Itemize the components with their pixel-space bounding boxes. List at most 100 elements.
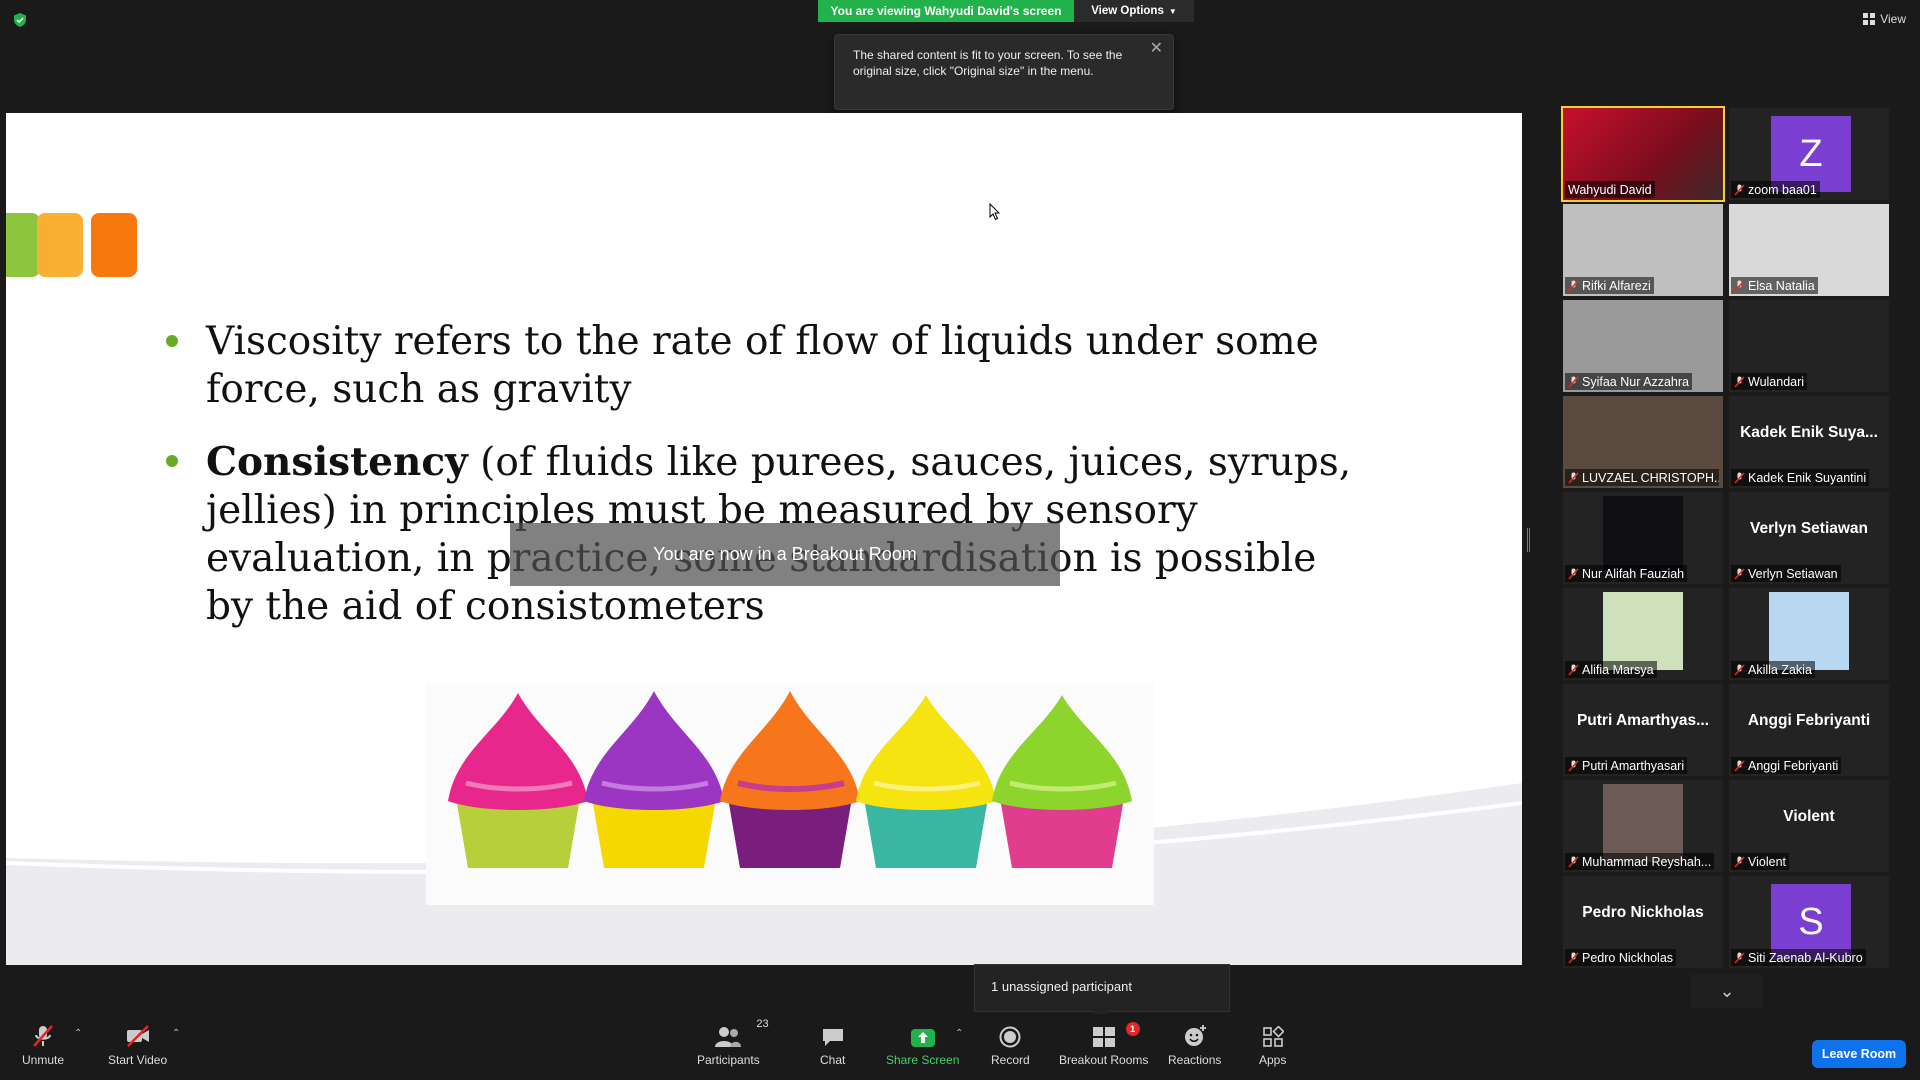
leave-room-button[interactable]: Leave Room bbox=[1812, 1040, 1906, 1068]
participant-display-name: Kadek Enik Suya... bbox=[1740, 424, 1878, 441]
participant-name: Muhammad Reyshah... bbox=[1582, 854, 1712, 869]
participant-name-label: Rifki Alfarezi bbox=[1565, 277, 1654, 294]
unmute-label: Unmute bbox=[22, 1053, 65, 1067]
participant-tile[interactable]: Violent Violent bbox=[1729, 780, 1889, 872]
record-button[interactable]: Record bbox=[991, 1022, 1030, 1067]
slide-bullets: Viscosity refers to the rate of flow of … bbox=[166, 318, 1366, 655]
participant-name: Putri Amarthyasari bbox=[1582, 758, 1685, 773]
breakout-room-toast: You are now in a Breakout Room bbox=[510, 523, 1060, 586]
participant-tile[interactable]: Nur Alifah Fauziah bbox=[1563, 492, 1723, 584]
microphone-muted-icon bbox=[1568, 279, 1579, 292]
participant-tile[interactable]: Zzoom baa01 bbox=[1729, 108, 1889, 200]
participant-name: Wulandari bbox=[1748, 374, 1805, 389]
participant-tile[interactable]: S Siti Zaenab Al-Kubro bbox=[1729, 876, 1889, 968]
reactions-button[interactable]: Reactions bbox=[1168, 1022, 1221, 1067]
participant-tile[interactable]: Wulandari bbox=[1729, 300, 1889, 392]
audio-options-caret-icon[interactable]: ⌃ bbox=[74, 1028, 82, 1039]
participant-tile[interactable]: Alifia Marsya bbox=[1563, 588, 1723, 680]
start-video-label: Start Video bbox=[108, 1053, 168, 1067]
breakout-rooms-button[interactable]: 1 Breakout Rooms bbox=[1059, 1022, 1148, 1067]
participant-tile[interactable]: Verlyn Setiawan Verlyn Setiawan bbox=[1729, 492, 1889, 584]
apps-button[interactable]: Apps bbox=[1259, 1022, 1286, 1067]
participant-name-label: Putri Amarthyasari bbox=[1565, 757, 1688, 774]
participant-tile[interactable]: Elsa Natalia bbox=[1729, 204, 1889, 296]
participant-name-label: Alifia Marsya bbox=[1565, 661, 1657, 678]
participant-tile[interactable]: Putri Amarthyas... Putri Amarthyasari bbox=[1563, 684, 1723, 776]
microphone-muted-icon bbox=[1568, 855, 1579, 868]
participant-name-label: Akilla Zakia bbox=[1731, 661, 1815, 678]
view-button[interactable]: View bbox=[1863, 12, 1906, 26]
unmute-button[interactable]: Unmute bbox=[22, 1022, 64, 1067]
participant-name-label: zoom baa01 bbox=[1731, 181, 1820, 198]
participant-display-name: Violent bbox=[1783, 808, 1835, 825]
participant-name: Elsa Natalia bbox=[1748, 278, 1815, 293]
participant-tile[interactable]: LUVZAEL CHRISTOPH... bbox=[1563, 396, 1723, 488]
share-screen-button[interactable]: Share Screen bbox=[886, 1022, 959, 1067]
participant-tile[interactable]: Muhammad Reyshah... bbox=[1563, 780, 1723, 872]
record-icon bbox=[999, 1026, 1021, 1048]
viewing-screen-banner: You are viewing Wahyudi David's screen bbox=[818, 0, 1074, 22]
apps-label: Apps bbox=[1259, 1053, 1287, 1067]
yellow-accent-block bbox=[37, 213, 83, 277]
participant-tile[interactable]: Akilla Zakia bbox=[1729, 588, 1889, 680]
participant-name-label: Siti Zaenab Al-Kubro bbox=[1731, 949, 1866, 966]
participant-tile[interactable]: Wahyudi David bbox=[1561, 106, 1725, 202]
microphone-muted-icon bbox=[1734, 183, 1745, 196]
close-icon[interactable]: ✕ bbox=[1150, 41, 1163, 57]
participant-name-label: Violent bbox=[1731, 853, 1789, 870]
breakout-rooms-icon bbox=[1092, 1027, 1115, 1047]
participant-name-label: LUVZAEL CHRISTOPH... bbox=[1565, 469, 1719, 486]
shared-screen: Viscosity refers to the rate of flow of … bbox=[6, 113, 1522, 965]
participant-name: Siti Zaenab Al-Kubro bbox=[1748, 950, 1863, 965]
unassigned-participant-popup[interactable]: 1 unassigned participant bbox=[974, 964, 1230, 1021]
participant-photo bbox=[1603, 592, 1683, 670]
participant-name-label: Syifaa Nur Azzahra bbox=[1565, 373, 1692, 390]
participants-count: 23 bbox=[756, 1018, 769, 1030]
video-options-caret-icon[interactable]: ⌃ bbox=[172, 1028, 180, 1039]
microphone-muted-icon bbox=[1568, 375, 1579, 388]
participant-name-label: Anggi Febriyanti bbox=[1731, 757, 1842, 774]
participant-name: Wahyudi David bbox=[1568, 182, 1652, 197]
share-options-caret-icon[interactable]: ⌃ bbox=[955, 1028, 963, 1039]
reactions-label: Reactions bbox=[1168, 1053, 1222, 1067]
unassigned-text: 1 unassigned participant bbox=[991, 979, 1132, 994]
chat-button[interactable]: Chat bbox=[820, 1022, 845, 1067]
participants-button[interactable]: 23 Participants bbox=[697, 1018, 769, 1067]
participant-display-name: Anggi Febriyanti bbox=[1747, 712, 1871, 729]
breakout-rooms-label: Breakout Rooms bbox=[1059, 1053, 1149, 1067]
start-video-button[interactable]: Start Video bbox=[108, 1022, 167, 1067]
security-shield-icon[interactable] bbox=[12, 12, 28, 28]
participants-icon bbox=[715, 1027, 742, 1047]
participant-name-label: Nur Alifah Fauziah bbox=[1565, 565, 1688, 582]
microphone-muted-icon bbox=[1568, 567, 1579, 580]
participant-name-label: Wulandari bbox=[1731, 373, 1808, 390]
participant-name-label: Muhammad Reyshah... bbox=[1565, 853, 1715, 870]
microphone-muted-icon bbox=[1734, 663, 1745, 676]
participant-name-label: Kadek Enik Suyantini bbox=[1731, 469, 1870, 486]
orange-accent-block bbox=[91, 213, 137, 277]
microphone-muted-icon bbox=[1734, 855, 1745, 868]
share-screen-icon bbox=[910, 1029, 935, 1047]
tooltip-text: The shared content is fit to your screen… bbox=[853, 48, 1123, 78]
meeting-toolbar: Unmute ⌃ Start Video ⌃ 23 Participants C… bbox=[0, 1014, 1920, 1080]
participant-name: Akilla Zakia bbox=[1748, 662, 1812, 677]
microphone-muted-icon bbox=[1734, 471, 1745, 484]
participant-tile[interactable]: Anggi Febriyanti Anggi Febriyanti bbox=[1729, 684, 1889, 776]
gallery-next-page-button[interactable]: ⌄ bbox=[1691, 974, 1763, 1008]
participant-tile[interactable]: Pedro Nickholas Pedro Nickholas bbox=[1563, 876, 1723, 968]
fit-screen-tooltip: The shared content is fit to your screen… bbox=[834, 34, 1174, 110]
participant-name-label: Verlyn Setiawan bbox=[1731, 565, 1841, 582]
panel-resize-handle[interactable] bbox=[1527, 528, 1530, 552]
participant-display-name: Putri Amarthyas... bbox=[1576, 712, 1710, 729]
view-options-button[interactable]: View Options ▼ bbox=[1074, 0, 1194, 22]
participant-tile[interactable]: Kadek Enik Suya... Kadek Enik Suyantini bbox=[1729, 396, 1889, 488]
participant-name: Alifia Marsya bbox=[1582, 662, 1654, 677]
participant-name-label: Pedro Nickholas bbox=[1565, 949, 1677, 966]
bullet-bold-term: Consistency bbox=[206, 439, 468, 485]
participant-name: Pedro Nickholas bbox=[1582, 950, 1674, 965]
chat-icon bbox=[822, 1029, 843, 1046]
participant-tile[interactable]: Rifki Alfarezi bbox=[1563, 204, 1723, 296]
participant-tile[interactable]: Syifaa Nur Azzahra bbox=[1563, 300, 1723, 392]
participant-name: Violent bbox=[1748, 854, 1786, 869]
emoji-plus-icon bbox=[1184, 1025, 1206, 1046]
